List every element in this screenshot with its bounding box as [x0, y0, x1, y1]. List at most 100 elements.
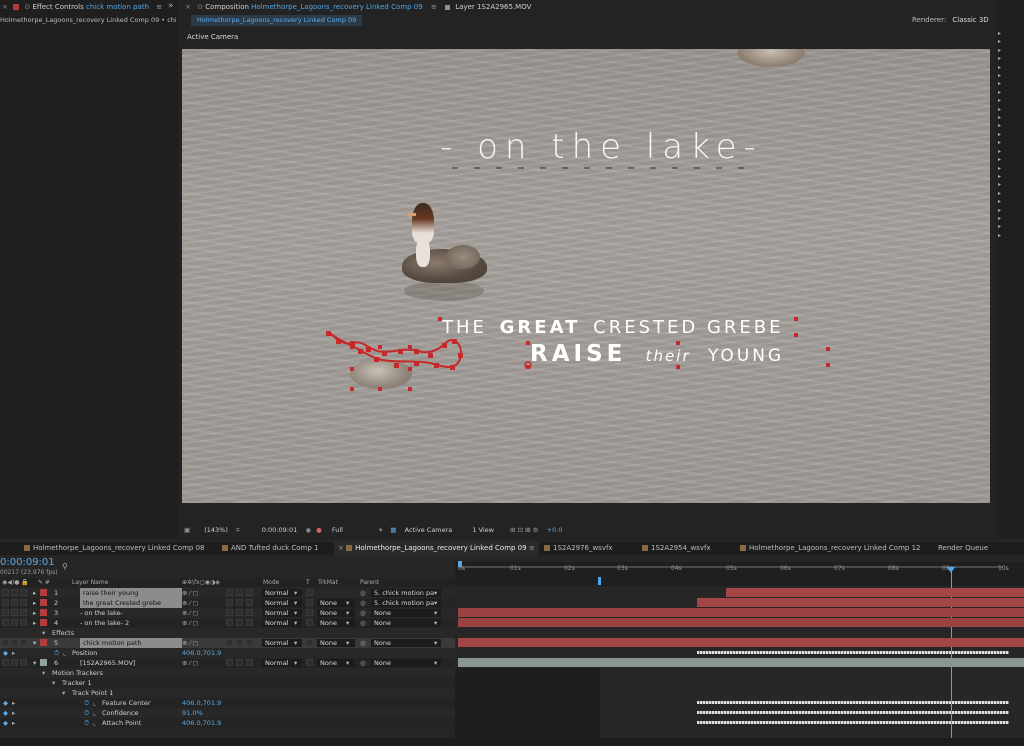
twirl-icon[interactable]: ▸: [33, 618, 36, 628]
stopwatch-icon[interactable]: ⏱: [84, 718, 89, 728]
parent-dropdown[interactable]: None: [371, 619, 441, 627]
lock-icon[interactable]: ⊙: [24, 3, 30, 11]
twirl-icon[interactable]: ▸: [12, 698, 15, 708]
table-row[interactable]: ▾ 6 [1S2A2965.MOV] ⊕ ⁄ ◻ Normal ▾ None ▾ ◎ None ▾: [0, 658, 455, 668]
trkmat-dropdown[interactable]: None: [317, 639, 355, 647]
layer-duration-bar[interactable]: [458, 618, 1024, 627]
current-time[interactable]: 0:00:09:01: [262, 526, 298, 534]
layer-name[interactable]: - on the lake- 2: [80, 618, 129, 628]
graph-icon[interactable]: ⌞: [93, 718, 96, 728]
twirl-icon[interactable]: ▾: [33, 638, 36, 648]
parent-dropdown[interactable]: 5. chick motion pa: [371, 589, 441, 597]
right-panel-arrows[interactable]: ▸ ▸ ▸ ▸ ▸ ▸ ▸ ▸ ▸ ▸ ▸ ▸ ▸ ▸ ▸ ▸ ▸ ▸ ▸ ▸ ▸ ▸ ▸ ▸ ▸: [998, 30, 1001, 240]
composition-tab[interactable]: × ⊙ Composition Holmethorpe_Lagoons_reco…: [185, 0, 437, 14]
always-preview-icon[interactable]: ▣: [184, 526, 190, 534]
timeline-tab-tufted-duck[interactable]: AND Tufted duck Comp 1: [222, 542, 318, 555]
label-color-swatch[interactable]: [40, 619, 47, 626]
label-color-swatch[interactable]: [40, 639, 47, 646]
stopwatch-icon[interactable]: ⏱: [84, 708, 89, 718]
lock-toggle[interactable]: [20, 599, 27, 606]
timeline-tab-2976[interactable]: 1S2A2976_wsvfx: [544, 542, 613, 555]
twirl-icon[interactable]: ▾: [62, 688, 65, 698]
twirl-icon[interactable]: ▸: [12, 718, 15, 728]
magnification-dropdown[interactable]: (143%): [204, 526, 228, 534]
grid-icon[interactable]: ⌗: [236, 526, 240, 534]
timeline-tab-comp-09[interactable]: × Holmethorpe_Lagoons_recovery Linked Co…: [334, 542, 539, 555]
keyframe-nav-icon[interactable]: ◆: [3, 718, 8, 728]
comp-subtab[interactable]: Holmethorpe_Lagoons_recovery Linked Comp…: [191, 15, 363, 26]
solo-toggle[interactable]: [11, 609, 18, 616]
preserve-transparency-toggle[interactable]: [306, 619, 313, 626]
close-icon[interactable]: ×: [185, 3, 191, 11]
twirl-icon[interactable]: ▸: [12, 648, 15, 658]
twirl-icon[interactable]: ▾: [42, 628, 45, 638]
layer-duration-bar[interactable]: [458, 608, 1024, 617]
panel-menu-icon[interactable]: ≡: [431, 3, 437, 11]
twirl-icon[interactable]: ▾: [42, 668, 45, 678]
table-row[interactable]: ▾ 5 chick motion path ⊕ ⁄ ◻ Normal ▾ None ▾ ◎ Non…: [0, 638, 455, 648]
timeline-current-time[interactable]: 0:00:09:01: [0, 557, 55, 568]
pick-whip-icon[interactable]: ◎: [360, 618, 366, 628]
property-value[interactable]: 91.0%: [182, 708, 203, 718]
panel-overflow-icon[interactable]: »: [168, 1, 174, 11]
lock-toggle[interactable]: [20, 619, 27, 626]
exposure-value[interactable]: +0.0: [547, 526, 563, 534]
close-icon[interactable]: ×: [2, 3, 8, 11]
parent-dropdown[interactable]: 5. chick motion pa: [371, 599, 441, 607]
keyframe-nav-icon[interactable]: ◆: [3, 648, 8, 658]
layer-name[interactable]: - on the lake-: [80, 608, 123, 618]
table-row[interactable]: ▾ Track Point 1: [0, 688, 455, 698]
color-channels-icon[interactable]: ●: [316, 526, 322, 534]
parent-dropdown[interactable]: None: [371, 639, 441, 647]
layer-duration-bar[interactable]: [726, 588, 1024, 597]
preserve-transparency-toggle[interactable]: [306, 599, 313, 606]
parent-dropdown[interactable]: None: [371, 609, 441, 617]
table-row[interactable]: ▸ 1 raise their young ⊕ ⁄ ◻ Normal ▾ ◎ 5. chick…: [0, 588, 455, 598]
keyframe-nav-icon[interactable]: ◆: [3, 698, 8, 708]
toggle-pixel-icon[interactable]: ⊞ ⊡ ⊠ ⚙: [510, 526, 538, 534]
layer-duration-bar[interactable]: [458, 658, 1024, 667]
table-row[interactable]: ◆ ▸ ⏱ ⌞ Position 406.0,701.9: [0, 648, 455, 658]
trkmat-dropdown[interactable]: None: [317, 599, 355, 607]
preserve-transparency-toggle[interactable]: [306, 609, 313, 616]
table-row[interactable]: ▸ 3- on the lake- ⊕ ⁄ ◻ Normal ▾ None ▾ ◎ None ▾: [0, 608, 455, 618]
graph-icon[interactable]: ⌞: [63, 648, 66, 658]
preserve-transparency-toggle[interactable]: [306, 589, 313, 596]
visibility-toggle[interactable]: [2, 639, 9, 646]
panel-menu-icon[interactable]: ≡: [156, 3, 162, 11]
table-row[interactable]: ▾ Motion Trackers: [0, 668, 455, 678]
layer-name[interactable]: raise their young: [80, 588, 182, 598]
solo-toggle[interactable]: [11, 599, 18, 606]
layer-name[interactable]: [1S2A2965.MOV]: [80, 658, 136, 668]
layer-switches[interactable]: ⊕ ⁄ ◻: [182, 618, 198, 628]
trkmat-dropdown[interactable]: None: [317, 609, 355, 617]
composition-viewer[interactable]: - on the lake- THE GREAT CRESTED GREBE R…: [182, 49, 990, 503]
visibility-toggle[interactable]: [2, 589, 9, 596]
table-row[interactable]: ◆ ▸ ⏱ ⌞ Attach Point 406.0,701.9: [0, 718, 455, 728]
pick-whip-icon[interactable]: ◎: [360, 658, 366, 668]
twirl-icon[interactable]: ▸: [33, 608, 36, 618]
twirl-icon[interactable]: ▸: [12, 708, 15, 718]
trkmat-dropdown[interactable]: None: [317, 619, 355, 627]
preserve-transparency-toggle[interactable]: [306, 639, 313, 646]
property-value[interactable]: 406.0,701.9: [182, 718, 221, 728]
visibility-toggle[interactable]: [2, 659, 9, 666]
layer-name[interactable]: the great Crested grebe: [80, 598, 182, 608]
label-color-swatch[interactable]: [40, 609, 47, 616]
twirl-icon[interactable]: ▾: [33, 658, 36, 668]
visibility-toggle[interactable]: [2, 599, 9, 606]
camera-dropdown[interactable]: Active Camera: [405, 526, 453, 534]
layer-switches[interactable]: ⊕ ⁄ ◻: [182, 638, 198, 648]
twirl-icon[interactable]: ▾: [52, 678, 55, 688]
layer-duration-bar[interactable]: [458, 638, 1024, 647]
pick-whip-icon[interactable]: ◎: [360, 638, 366, 648]
twirl-icon[interactable]: ▸: [33, 588, 36, 598]
layer-switches[interactable]: ⊕ ⁄ ◻: [182, 658, 198, 668]
pick-whip-icon[interactable]: ◎: [360, 588, 366, 598]
roi-icon[interactable]: ▦: [390, 526, 396, 534]
layer-switches[interactable]: ⊕ ⁄ ◻: [182, 608, 198, 618]
layer-tab[interactable]: Layer 1S2A2965.MOV: [445, 0, 531, 14]
twirl-icon[interactable]: ▸: [33, 598, 36, 608]
property-value[interactable]: 406.0,701.9: [182, 648, 221, 658]
motion-path-overlay[interactable]: [182, 49, 990, 503]
